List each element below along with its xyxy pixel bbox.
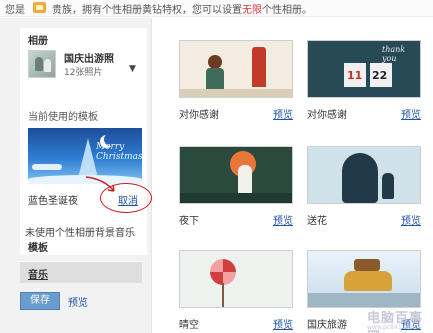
tab-music-label: 音乐 [28, 270, 48, 281]
christmas-tree-icon [78, 138, 98, 178]
template-card[interactable]: 对你感谢 预览 [179, 40, 293, 130]
template-thumbnail[interactable] [179, 146, 293, 204]
template-card[interactable]: 夜下 预览 [179, 146, 293, 236]
template-name: 对你感谢 [307, 110, 347, 121]
template-name: 夜下 [179, 216, 199, 227]
template-thumbnail[interactable] [179, 40, 293, 98]
album-cover-thumbnail[interactable] [28, 50, 56, 78]
top-notice-bar: 您是 贵族，拥有个性相册黄钻特权，您可以设置无限个性相册。 [0, 0, 433, 17]
girl-silhouette-icon [382, 173, 394, 199]
template-name: 送花 [307, 216, 327, 227]
template-name: 晴空 [179, 320, 199, 331]
watermark-url: www.pc841.com [367, 324, 417, 331]
car-icon [344, 271, 392, 291]
sidebar: 相册 国庆出游照 12张照片 ▼ 当前使用的模板 Merry Christmas… [0, 18, 152, 333]
notice-text-highlight: 无限 [242, 5, 262, 16]
grass [180, 193, 292, 203]
vip-diamond-icon [33, 2, 46, 13]
template-card[interactable]: 晴空 预览 [179, 250, 293, 333]
template-thumbnail[interactable] [179, 250, 293, 308]
notice-text-start: 您是 [5, 5, 25, 16]
calendar-number: 22 [372, 69, 388, 82]
template-preview-link[interactable]: 预览 [401, 212, 421, 227]
template-name: 国庆旅游 [307, 320, 347, 331]
template-preview-link[interactable]: 预览 [273, 212, 293, 227]
notice-text-main: 贵族，拥有个性相册黄钻特权，您可以设置 [52, 5, 242, 16]
current-template-label: 当前使用的模板 [28, 112, 98, 123]
thank-you-script-text: thank you [382, 45, 406, 63]
christmas-script-text: Merry Christmas [96, 142, 142, 162]
template-thumbnail[interactable]: thank you 11 22 [307, 40, 421, 98]
template-preview-link[interactable]: 预览 [273, 316, 293, 331]
pinwheel-icon [210, 259, 236, 285]
ground [180, 89, 292, 97]
current-template-name: 蓝色圣诞夜 [28, 196, 78, 207]
calendar-number: 11 [347, 69, 363, 82]
album-name: 国庆出游照 [64, 54, 114, 65]
album-panel: 相册 国庆出游照 12张照片 ▼ 当前使用的模板 Merry Christmas… [20, 28, 152, 255]
template-grid: 对你感谢 预览 thank you 11 22 对你感谢 预览 夜下 预览 送花… [152, 18, 433, 333]
girl-head-icon [208, 55, 222, 69]
album-dropdown-caret-icon[interactable]: ▼ [129, 64, 136, 74]
template-name: 对你感谢 [179, 110, 219, 121]
album-photo-count: 12张照片 [64, 68, 103, 78]
template-card[interactable]: thank you 11 22 对你感谢 预览 [307, 40, 421, 130]
cancel-template-link[interactable]: 取消 [118, 192, 138, 207]
template-preview-link[interactable]: 预览 [273, 106, 293, 121]
notice-text-end: 个性相册。 [262, 5, 312, 16]
sidebar-preview-link[interactable]: 预览 [68, 294, 88, 309]
template-card[interactable]: 送花 预览 [307, 146, 421, 236]
notice-text: 贵族，拥有个性相册黄钻特权，您可以设置无限个性相册。 [52, 1, 312, 16]
girl-body-icon [206, 68, 224, 90]
save-button[interactable]: 保存 [20, 292, 60, 310]
template-thumbnail[interactable] [307, 146, 421, 204]
album-heading: 相册 [28, 36, 48, 47]
violin-player-icon [238, 165, 252, 195]
template-tab-heading[interactable]: 模板 [28, 239, 48, 254]
tab-music[interactable]: 音乐 [20, 261, 142, 283]
luggage-icon [354, 259, 380, 271]
boy-silhouette-icon [342, 153, 378, 203]
settings-panel: 模板 音乐 保存 预览 [20, 237, 147, 327]
reindeer-sled-icon [32, 164, 62, 170]
template-preview-link[interactable]: 预览 [401, 106, 421, 121]
pinwheel-stick [222, 283, 224, 307]
mailbox-icon [252, 47, 266, 87]
site-watermark: 电脑百事网 www.pc841.com [365, 297, 433, 333]
